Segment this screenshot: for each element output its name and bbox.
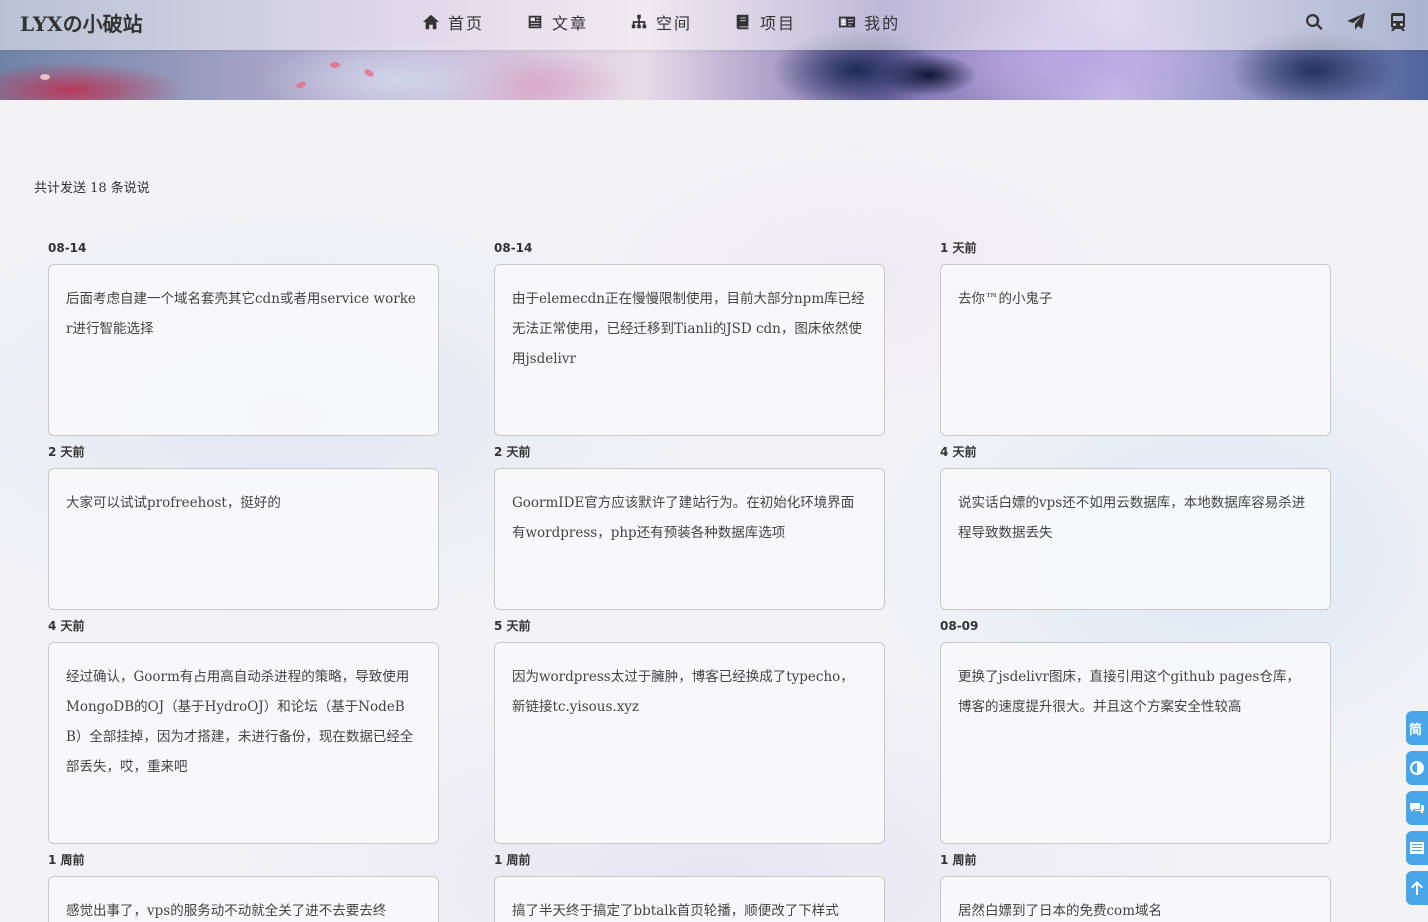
sitemap-icon [631, 14, 647, 29]
talk-card[interactable]: GoormIDE官方应该默许了建站行为。在初始化环境界面有wordpress，p… [494, 468, 885, 610]
talk-item: 4 天前 说实话白嫖的vps还不如用云数据库，本地数据库容易杀进程导致数据丢失 [940, 444, 1331, 610]
contrast-icon [1410, 761, 1424, 775]
talk-card[interactable]: 因为wordpress太过于臃肿，博客已经换成了typecho，新链接tc.yi… [494, 642, 885, 844]
talk-item: 1 周前 搞了半天终于搞定了bbtalk首页轮播，顺便改了下样式 [494, 852, 885, 922]
petal-decoration [40, 74, 50, 80]
nav-item-mine[interactable]: 我的 [838, 10, 900, 34]
talk-date: 4 天前 [940, 445, 977, 459]
search-icon[interactable] [1304, 12, 1324, 32]
petal-decoration [330, 62, 340, 68]
arrow-up-icon [1411, 881, 1423, 895]
comments-icon [1410, 803, 1424, 814]
talk-card[interactable]: 大家可以试试profreehost，挺好的 [48, 468, 439, 610]
talk-date: 2 天前 [48, 445, 85, 459]
petal-decoration [363, 67, 375, 79]
nav-item-articles[interactable]: 文章 [526, 10, 588, 34]
id-card-icon [838, 16, 856, 28]
talk-date: 2 天前 [494, 445, 531, 459]
talk-count: 共计发送 18 条说说 [34, 181, 150, 196]
main-menu: 首页 文章 空间 项目 我的 [422, 10, 942, 34]
home-icon [422, 14, 440, 30]
nav-item-label: 我的 [864, 14, 901, 33]
talk-date: 08-09 [940, 619, 979, 633]
petal-decoration [295, 80, 307, 90]
newspaper-icon [528, 15, 542, 29]
paper-plane-icon[interactable] [1346, 12, 1366, 32]
talk-card[interactable]: 由于elemecdn正在慢慢限制使用，目前大部分npm库已经无法正常使用，已经迁… [494, 264, 885, 436]
dark-mode-button[interactable] [1406, 751, 1428, 785]
talk-date: 08-14 [494, 241, 533, 255]
talk-date: 1 周前 [940, 853, 977, 867]
talk-item: 1 周前 居然白嫖到了日本的免费com域名 [940, 852, 1331, 922]
talk-item: 2 天前 大家可以试试profreehost，挺好的 [48, 444, 439, 610]
list-icon [1410, 842, 1424, 854]
talk-card[interactable]: 说实话白嫖的vps还不如用云数据库，本地数据库容易杀进程导致数据丢失 [940, 468, 1331, 610]
talk-item: 08-14 后面考虑自建一个域名套壳其它cdn或者用service worker… [48, 240, 439, 436]
back-to-top-button[interactable] [1406, 871, 1428, 905]
talk-date: 1 周前 [494, 853, 531, 867]
talk-date: 1 天前 [940, 241, 977, 255]
train-icon[interactable] [1388, 12, 1408, 32]
talk-date: 08-14 [48, 241, 87, 255]
floating-toolbar: 简 [1406, 711, 1428, 911]
talk-date: 4 天前 [48, 619, 85, 633]
talk-date: 1 周前 [48, 853, 85, 867]
book-icon [736, 14, 749, 30]
table-of-contents-button[interactable] [1406, 831, 1428, 865]
talk-item: 1 周前 感觉出事了，vps的服务动不动就全关了进不去要去终 [48, 852, 439, 922]
nav-item-projects[interactable]: 项目 [734, 10, 796, 34]
nav-item-label: 空间 [656, 14, 693, 33]
nav-item-label: 项目 [760, 14, 797, 33]
top-navbar: LYXの小破站 首页 文章 空间 项目 我的 [0, 0, 1428, 50]
talk-item: 5 天前 因为wordpress太过于臃肿，博客已经换成了typecho，新链接… [494, 618, 885, 844]
comments-button[interactable] [1406, 791, 1428, 825]
talk-card[interactable]: 经过确认，Goorm有占用高自动杀进程的策略，导致使用MongoDB的OJ（基于… [48, 642, 439, 844]
nav-tools [1282, 12, 1408, 32]
talk-item: 4 天前 经过确认，Goorm有占用高自动杀进程的策略，导致使用MongoDB的… [48, 618, 439, 844]
talk-card[interactable]: 居然白嫖到了日本的免费com域名 [940, 876, 1331, 922]
talk-card[interactable]: 后面考虑自建一个域名套壳其它cdn或者用service worker进行智能选择 [48, 264, 439, 436]
nav-item-label: 文章 [552, 14, 589, 33]
nav-item-label: 首页 [448, 14, 485, 33]
site-title[interactable]: LYXの小破站 [20, 8, 143, 37]
talk-grid: 08-14 后面考虑自建一个域名套壳其它cdn或者用service worker… [48, 240, 1331, 922]
talk-item: 2 天前 GoormIDE官方应该默许了建站行为。在初始化环境界面有wordpr… [494, 444, 885, 610]
talk-card[interactable]: 更换了jsdelivr图床，直接引用这个github pages仓库，博客的速度… [940, 642, 1331, 844]
talk-item: 08-09 更换了jsdelivr图床，直接引用这个github pages仓库… [940, 618, 1331, 844]
talk-date: 5 天前 [494, 619, 531, 633]
talk-card[interactable]: 去你™的小鬼子 [940, 264, 1331, 436]
talk-card[interactable]: 感觉出事了，vps的服务动不动就全关了进不去要去终 [48, 876, 439, 922]
nav-item-home[interactable]: 首页 [422, 10, 484, 34]
talk-item: 08-14 由于elemecdn正在慢慢限制使用，目前大部分npm库已经无法正常… [494, 240, 885, 436]
talk-item: 1 天前 去你™的小鬼子 [940, 240, 1331, 436]
talk-card[interactable]: 搞了半天终于搞定了bbtalk首页轮播，顺便改了下样式 [494, 876, 885, 922]
simplified-chinese-toggle-button[interactable]: 简 [1406, 711, 1428, 745]
nav-item-space[interactable]: 空间 [630, 10, 692, 34]
